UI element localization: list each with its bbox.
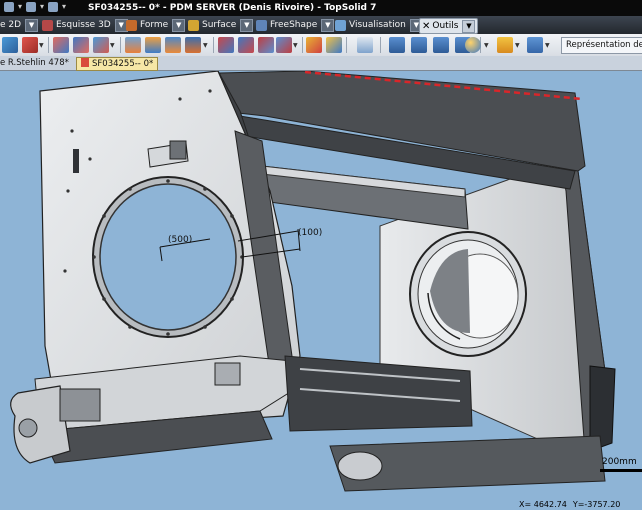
chevron-down-icon[interactable]: ▾ (18, 2, 22, 12)
cursor-coordinates: X= 4642.74 Y=-3757.20 (519, 500, 626, 509)
toolbar-separator (346, 37, 347, 53)
tab-label: Esquisse 3D (56, 20, 111, 30)
chevron-down-icon[interactable]: ▾ (62, 2, 66, 12)
shape-icon (126, 19, 137, 31)
stack-icon[interactable] (165, 37, 181, 53)
tab-sketch-3d[interactable]: Esquisse 3D ▼ (42, 18, 128, 32)
tab-freeshape[interactable]: FreeShape ▼ (256, 18, 335, 32)
tab-label: Surface (202, 20, 237, 30)
title-bar: ▾ ▾ ▾ SF034255-- 0* - PDM SERVER (Denis … (0, 0, 642, 16)
redo-icon[interactable] (26, 2, 37, 12)
topsolid-window: ▾ ▾ ▾ SF034255-- 0* - PDM SERVER (Denis … (0, 0, 642, 510)
ribbon-tab-bar: e 2D ▼ Esquisse 3D ▼ Forme ▼ Surface ▼ F… (0, 16, 642, 35)
render-icon[interactable] (527, 37, 543, 53)
check-icon[interactable] (326, 37, 342, 53)
command-toolbar: ▼ ▼ ▼ ▼ ▼ ▼ ▼ Représentation de (0, 34, 642, 57)
chevron-down-icon[interactable]: ▼ (25, 18, 39, 32)
tab-sketch-2d[interactable]: e 2D ▼ (0, 18, 39, 32)
toolbar-separator (213, 37, 214, 53)
chevron-down-icon[interactable]: ▼ (110, 42, 115, 49)
undo-icon[interactable] (4, 2, 14, 12)
axes-icon[interactable] (258, 37, 274, 53)
toolbar-separator (302, 37, 303, 53)
sketch-3d-icon (42, 19, 53, 31)
chevron-down-icon[interactable]: ▼ (203, 42, 208, 49)
chevron-down-icon[interactable]: ▼ (545, 42, 550, 49)
document-tab-label: SF034255-- 0* (92, 59, 154, 69)
base-pocket (59, 388, 101, 422)
tools-icon: ✕ (422, 20, 431, 32)
chevron-down-icon[interactable]: ▼ (39, 42, 44, 49)
transform-icon[interactable] (276, 37, 292, 53)
chevron-down-icon[interactable]: ▼ (172, 18, 186, 32)
tab-tools[interactable]: ✕ Outils ▼ (419, 18, 479, 34)
dimension-label-offset[interactable]: (100) (298, 228, 322, 238)
repere-icon[interactable] (238, 37, 254, 53)
tab-label: FreeShape (270, 20, 318, 30)
globe-icon[interactable] (465, 37, 481, 53)
coordinate-system-icon[interactable] (218, 37, 234, 53)
chevron-down-icon[interactable]: ▼ (515, 42, 520, 49)
tab-shape[interactable]: Forme ▼ (126, 18, 186, 32)
tab-surface[interactable]: Surface ▼ (188, 18, 254, 32)
tab-label: Visualisation (349, 20, 406, 30)
layers-icon[interactable] (145, 37, 161, 53)
axis-tool-icon[interactable] (73, 37, 89, 53)
tab-label: e 2D (0, 20, 22, 30)
document-tab-label: e R.Stehlin 478* (0, 58, 69, 68)
surface-icon (188, 19, 199, 31)
point-tool-icon[interactable] (93, 37, 109, 53)
refresh-icon[interactable] (48, 2, 59, 12)
import-icon[interactable] (433, 37, 449, 53)
chevron-down-icon[interactable]: ▼ (484, 42, 489, 49)
cad-model-render (10, 71, 616, 492)
color-icon[interactable] (497, 37, 513, 53)
frame-icon[interactable] (185, 37, 201, 53)
chevron-down-icon[interactable]: ▼ (462, 19, 476, 33)
window-title: SF034255-- 0* - PDM SERVER (Denis Rivoir… (88, 3, 377, 13)
document-tab[interactable]: e R.Stehlin 478* (0, 57, 69, 69)
toolbar-separator (120, 37, 121, 53)
measure-icon[interactable] (306, 37, 322, 53)
plate-slot (73, 149, 79, 173)
plane-tool-icon[interactable] (125, 37, 141, 53)
tab-label: Outils (432, 21, 459, 31)
coord-y: Y=-3757.20 (572, 500, 621, 509)
part-document-icon (81, 58, 89, 67)
chevron-down-icon[interactable]: ▼ (293, 42, 298, 49)
freeshape-icon (256, 19, 267, 31)
toolbar-separator (380, 37, 381, 53)
export-icon[interactable] (411, 37, 427, 53)
arc-tool-icon[interactable] (22, 37, 38, 53)
tab-label: Forme (140, 20, 169, 30)
3d-viewport[interactable]: (500) (100) 200mm X= 4642.74 Y=-3757.20 (0, 71, 642, 510)
document-tab-bar: e R.Stehlin 478* SF034255-- 0* (0, 56, 642, 71)
dimension-label-diameter[interactable]: (500) (168, 235, 192, 245)
sketch-tool-icon[interactable] (2, 37, 18, 53)
quick-access-toolbar: ▾ ▾ ▾ (4, 2, 66, 12)
section-icon[interactable] (357, 37, 373, 53)
tab-visualisation[interactable]: Visualisation ▼ (335, 18, 423, 32)
coord-x: X= 4642.74 (519, 500, 567, 509)
toolbar-separator (48, 37, 49, 53)
visualisation-icon (335, 19, 346, 31)
print-icon[interactable] (389, 37, 405, 53)
representation-dropdown[interactable]: Représentation de (561, 37, 642, 54)
scale-label: 200mm (602, 457, 637, 467)
chevron-down-icon[interactable]: ▾ (40, 2, 44, 12)
document-tab-active[interactable]: SF034255-- 0* (76, 57, 159, 71)
chevron-down-icon[interactable]: ▼ (321, 18, 335, 32)
line-tool-icon[interactable] (53, 37, 69, 53)
scale-bar (600, 469, 642, 472)
chevron-down-icon[interactable]: ▼ (240, 18, 254, 32)
